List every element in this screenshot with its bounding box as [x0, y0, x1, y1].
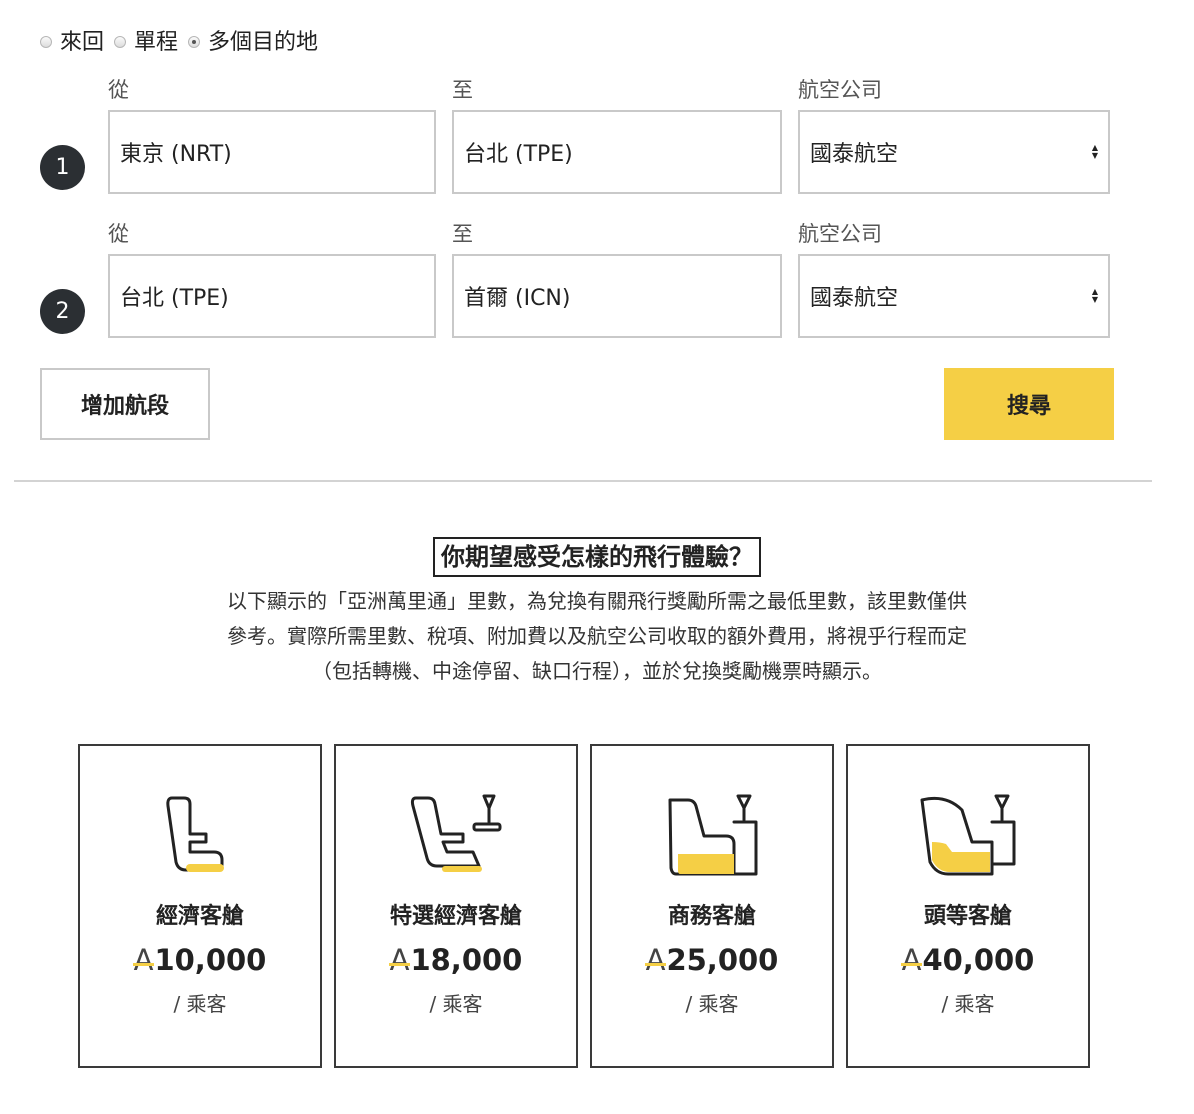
select-arrows-icon: ▲ ▼	[1091, 143, 1098, 160]
from-value: 台北 (TPE)	[120, 286, 229, 311]
airline-select[interactable]: 國泰航空 ▲ ▼	[798, 110, 1110, 194]
experience-description: 以下顯示的「亞洲萬里通」里數，為兌換有關飛行獎勵所需之最低里數，該里數僅供 參考…	[130, 584, 1064, 689]
experience-title: 你期望感受怎樣的飛行體驗？	[433, 537, 761, 577]
radio-round-trip[interactable]	[40, 36, 52, 48]
cabin-miles: A10,000	[80, 943, 320, 977]
to-input[interactable]: 台北 (TPE)	[452, 110, 782, 194]
section-divider	[14, 480, 1152, 482]
radio-label-one-way: 單程	[134, 30, 179, 55]
description-line: 以下顯示的「亞洲萬里通」里數，為兌換有關飛行獎勵所需之最低里數，該里數僅供	[227, 589, 967, 613]
from-label: 從	[108, 78, 129, 102]
per-passenger-label: / 乘客	[685, 992, 739, 1016]
flight-leg-2: 2 從 至 航空公司 台北 (TPE) 首爾 (ICN) 國泰航空 ▲ ▼	[40, 218, 1120, 362]
first-class-seat-icon	[920, 794, 1016, 876]
to-label: 至	[452, 78, 473, 102]
miles-symbol-icon: A	[644, 943, 667, 977]
per-passenger-label: / 乘客	[429, 992, 483, 1016]
miles-symbol-icon: A	[388, 943, 411, 977]
cabin-name: 頭等客艙	[923, 904, 1012, 929]
miles-value: 25,000	[666, 943, 779, 977]
miles-symbol-icon: A	[900, 943, 923, 977]
business-seat-icon	[668, 794, 758, 876]
trip-type-group: 來回 單程 多個目的地	[40, 24, 328, 56]
radio-label-round-trip: 來回	[60, 30, 105, 55]
airline-value: 國泰航空	[810, 286, 899, 311]
to-input[interactable]: 首爾 (ICN)	[452, 254, 782, 338]
cabin-card-first[interactable]: 頭等客艙 A40,000 / 乘客	[846, 744, 1090, 1068]
search-button[interactable]: 搜尋	[944, 368, 1114, 440]
per-passenger-label: / 乘客	[173, 992, 227, 1016]
from-label: 從	[108, 222, 129, 246]
airline-value: 國泰航空	[810, 142, 899, 167]
description-line: （包括轉機、中途停留、缺口行程），並於兌換獎勵機票時顯示。	[312, 659, 882, 683]
cabin-name: 商務客艙	[667, 904, 756, 929]
cabin-name: 經濟客艙	[155, 904, 244, 929]
cabin-cards: 經濟客艙 A10,000 / 乘客 特選經濟客艙 A18,000 / 乘客 商務…	[78, 744, 1090, 1068]
cabin-name: 特選經濟客艙	[389, 904, 522, 929]
cabin-card-premium-economy[interactable]: 特選經濟客艙 A18,000 / 乘客	[334, 744, 578, 1068]
to-value: 台北 (TPE)	[464, 142, 573, 167]
airline-label: 航空公司	[798, 222, 882, 246]
description-line: 參考。實際所需里數、稅項、附加費以及航空公司收取的額外費用，將視乎行程而定	[227, 624, 967, 648]
flight-leg-1: 1 從 至 航空公司 東京 (NRT) 台北 (TPE) 國泰航空 ▲ ▼	[40, 74, 1120, 218]
cabin-card-economy[interactable]: 經濟客艙 A10,000 / 乘客	[78, 744, 322, 1068]
miles-symbol-icon: A	[132, 943, 155, 977]
to-value: 首爾 (ICN)	[464, 286, 571, 311]
premium-economy-seat-icon	[410, 794, 502, 872]
leg-number-badge: 1	[40, 145, 85, 190]
leg-number-badge: 2	[40, 289, 85, 334]
from-input[interactable]: 台北 (TPE)	[108, 254, 436, 338]
trip-type-multi-city[interactable]: 多個目的地	[188, 24, 318, 56]
cabin-miles: A40,000	[848, 943, 1088, 977]
per-passenger-label: / 乘客	[941, 992, 995, 1016]
cabin-card-business[interactable]: 商務客艙 A25,000 / 乘客	[590, 744, 834, 1068]
experience-heading: 你期望感受怎樣的飛行體驗？	[0, 537, 1194, 577]
radio-multi-city[interactable]	[188, 36, 201, 48]
airline-label: 航空公司	[798, 78, 882, 102]
miles-value: 18,000	[410, 943, 523, 977]
radio-label-multi-city: 多個目的地	[208, 30, 319, 55]
radio-one-way[interactable]	[114, 36, 127, 48]
from-input[interactable]: 東京 (NRT)	[108, 110, 436, 194]
trip-type-one-way[interactable]: 單程	[114, 24, 178, 56]
miles-value: 10,000	[154, 943, 267, 977]
to-label: 至	[452, 222, 473, 246]
from-value: 東京 (NRT)	[120, 142, 232, 167]
cabin-miles: A25,000	[592, 943, 832, 977]
cabin-miles: A18,000	[336, 943, 576, 977]
miles-value: 40,000	[922, 943, 1035, 977]
trip-type-round-trip[interactable]: 來回	[40, 24, 104, 56]
airline-select[interactable]: 國泰航空 ▲ ▼	[798, 254, 1110, 338]
economy-seat-icon	[166, 796, 224, 872]
select-arrows-icon: ▲ ▼	[1091, 287, 1098, 304]
add-leg-button[interactable]: 增加航段	[40, 368, 210, 440]
